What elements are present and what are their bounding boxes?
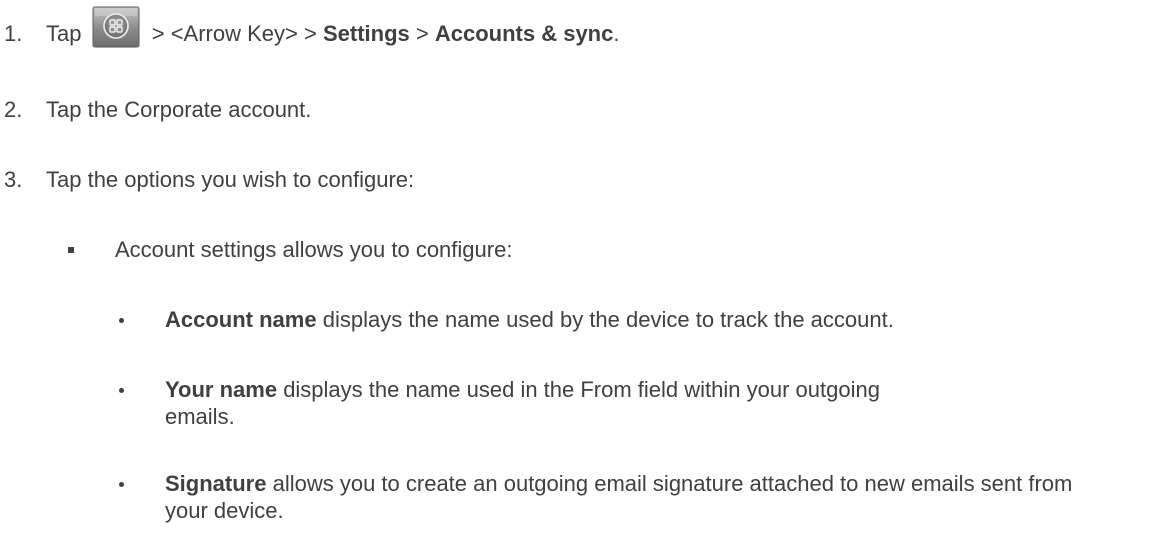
step-text-tap: Tap [46, 21, 82, 46]
term: Your name [165, 377, 278, 402]
dot-bullet-icon [119, 388, 124, 393]
settings-label: Settings [322, 21, 410, 46]
account-settings-text: Account settings allows you to configure… [115, 237, 513, 262]
dot-bullet-icon [119, 318, 124, 323]
period: . [613, 21, 620, 46]
square-bullet-icon [68, 247, 74, 253]
accounts-sync-label: Accounts & sync [434, 21, 614, 46]
description: displays the name used by the device to … [322, 307, 894, 332]
term: Account name [165, 307, 317, 332]
step-text-arrow-key: > <Arrow Key> > [151, 21, 317, 46]
step-text: Tap the Corporate account. [46, 97, 312, 122]
dot-bullet-icon [119, 482, 124, 487]
term: Signature [165, 471, 267, 496]
step-number: 3. [4, 167, 23, 192]
step-number: 2. [4, 97, 23, 122]
description: allows you to create an outgoing email s… [165, 471, 1073, 523]
separator: > [415, 21, 429, 46]
step-text: Tap the options you wish to configure: [46, 167, 415, 192]
home-key-icon [92, 6, 140, 48]
step-number: 1. [4, 21, 23, 46]
